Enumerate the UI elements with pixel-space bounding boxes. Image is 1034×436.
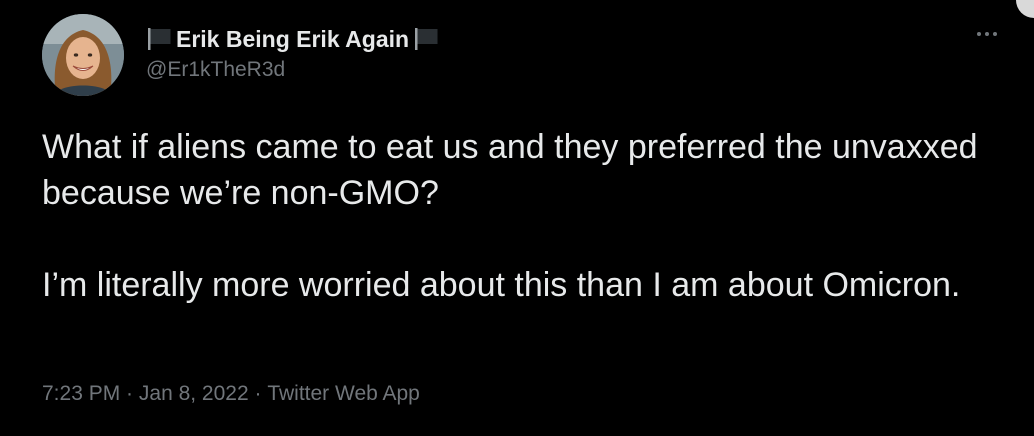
- more-dot: [985, 32, 989, 36]
- avatar[interactable]: [42, 14, 124, 96]
- tweet-paragraph: What if aliens came to eat us and they p…: [42, 128, 978, 212]
- black-flag-icon: [413, 27, 439, 51]
- meta-separator: ·: [120, 382, 139, 405]
- tweet-paragraph: I’m literally more worried about this th…: [42, 266, 961, 304]
- more-dot: [993, 32, 997, 36]
- more-options-icon[interactable]: [972, 24, 1002, 44]
- window-corner-control: [1016, 0, 1034, 18]
- tweet-card: Erik Being Erik Again @Er1kTheR3d What i…: [0, 0, 1034, 436]
- tweet-source: Twitter Web App: [267, 382, 420, 405]
- tweet-text: What if aliens came to eat us and they p…: [42, 124, 1002, 308]
- tweet-time-link[interactable]: 7:23 PM: [42, 382, 120, 406]
- avatar-portrait: [42, 14, 124, 96]
- author-handle[interactable]: @Er1kTheR3d: [146, 58, 285, 82]
- meta-separator: ·: [248, 382, 268, 405]
- tweet-metadata: 7:23 PM · Jan 8, 2022 · Twitter Web App: [42, 382, 420, 406]
- author-name-row[interactable]: Erik Being Erik Again: [146, 24, 439, 54]
- more-dot: [977, 32, 981, 36]
- tweet-date-link[interactable]: Jan 8, 2022: [139, 382, 249, 406]
- author-display-name[interactable]: Erik Being Erik Again: [176, 26, 409, 53]
- black-flag-icon: [146, 27, 172, 51]
